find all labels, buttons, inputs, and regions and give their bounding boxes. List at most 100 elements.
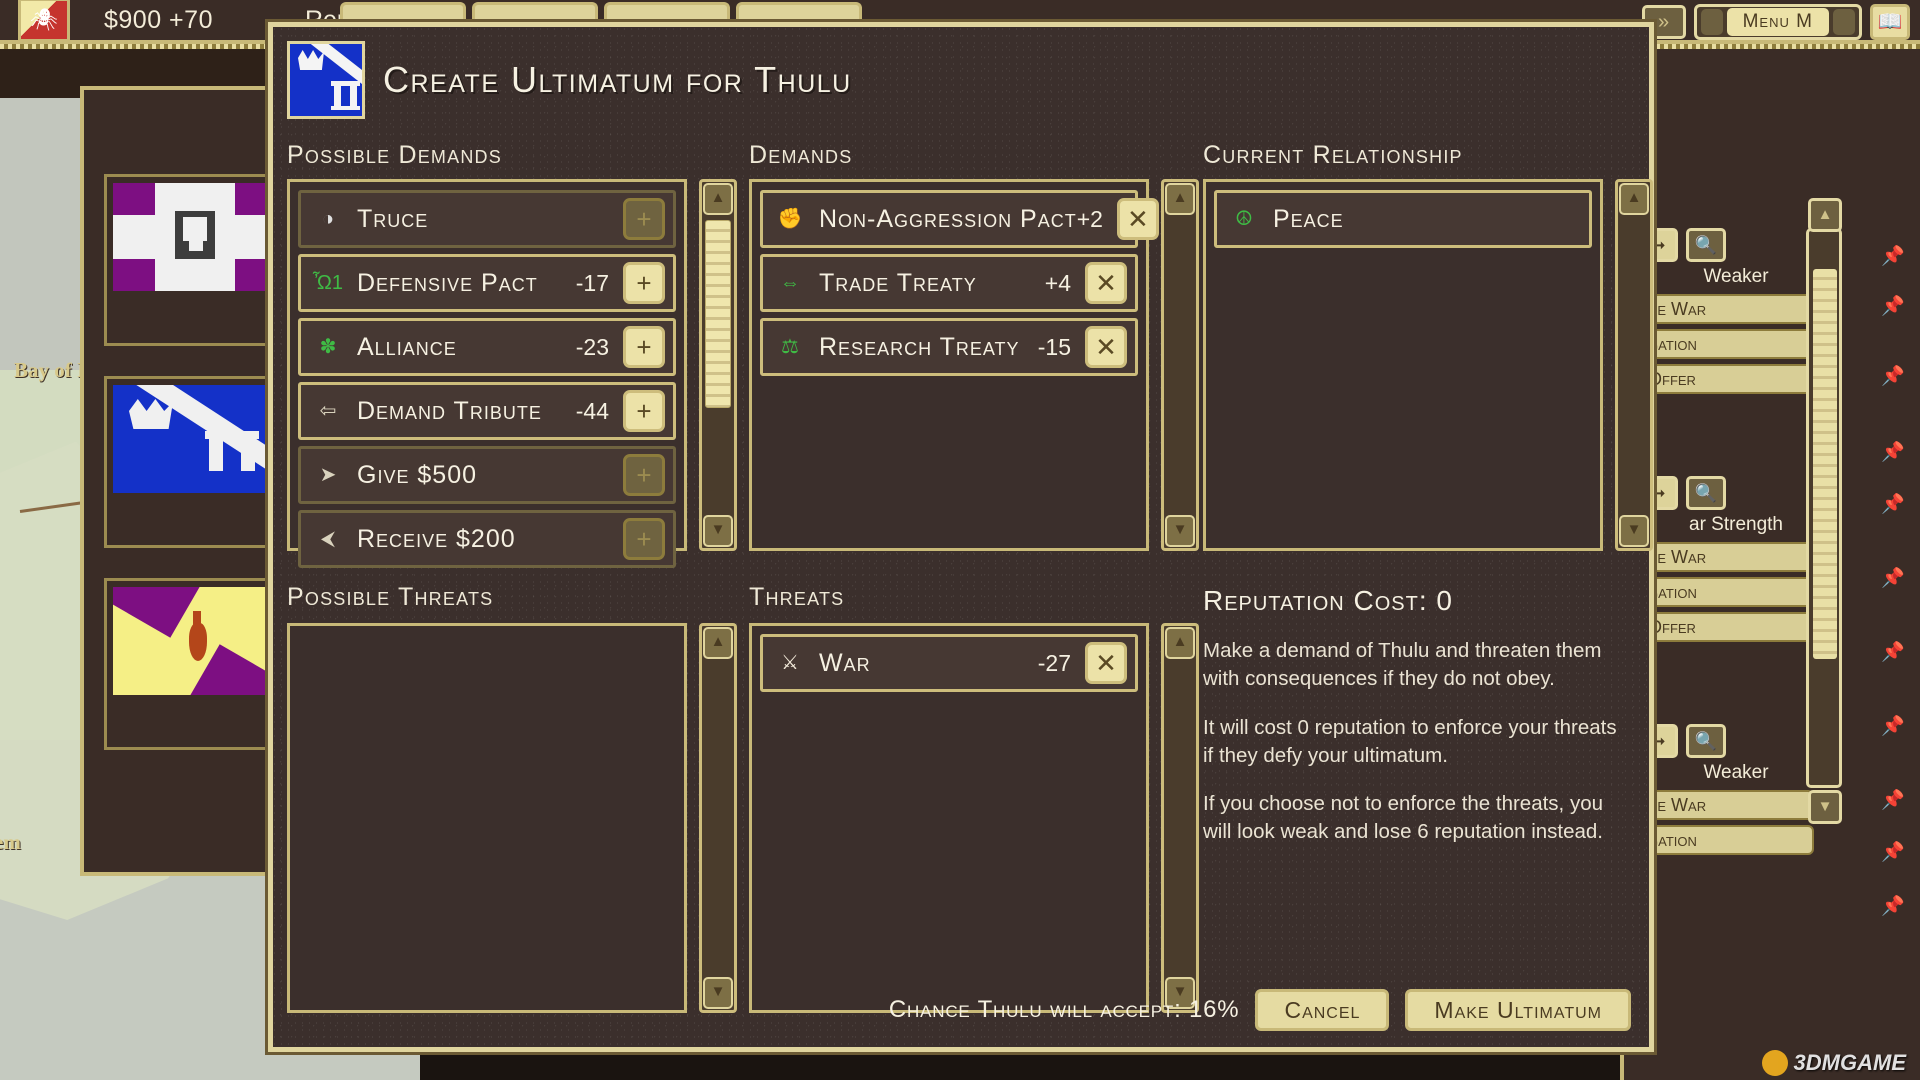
reputation-paragraph: If you choose not to enforce the threats… — [1203, 790, 1623, 847]
list-item[interactable]: ✽Alliance-23+ — [298, 318, 676, 376]
pin-icon[interactable]: 📌 — [1880, 492, 1906, 518]
list-item-label: Peace — [1273, 205, 1567, 234]
list-item-label: Trade Treaty — [819, 269, 1045, 298]
faction-slot[interactable] — [104, 376, 284, 548]
triangle-up-icon[interactable]: ▲ — [1619, 183, 1649, 215]
triangle-up-icon[interactable]: ▲ — [1165, 183, 1195, 215]
list-item[interactable]: ⇔Trade Treaty+4✕ — [760, 254, 1138, 312]
pin-icon[interactable]: 📌 — [1880, 364, 1906, 390]
list-item[interactable]: ⚖Research Treaty-15✕ — [760, 318, 1138, 376]
magnifier-icon[interactable]: 🔍 — [1686, 228, 1726, 262]
triangle-down-icon[interactable]: ▼ — [703, 977, 733, 1009]
negotiation-button[interactable]: gation — [1638, 577, 1814, 607]
negotiation-button[interactable]: gation — [1638, 329, 1814, 359]
crossed-swords-icon: ⚔ — [777, 650, 803, 676]
offer-button[interactable]: Offer — [1638, 364, 1814, 394]
menu-pip-right — [1833, 9, 1855, 35]
list-item[interactable]: ⚔ War-27 ✕ — [760, 634, 1138, 692]
pin-icon[interactable]: 📌 — [1880, 894, 1906, 920]
faction-slot[interactable] — [104, 174, 284, 346]
triangle-down-icon[interactable]: ▼ — [1165, 515, 1195, 547]
add-item-button[interactable]: + — [623, 198, 665, 240]
current-relationship-scrollbar[interactable]: ▲ ▼ — [1615, 179, 1653, 551]
scrollbar-thumb[interactable] — [1813, 269, 1837, 659]
list-item-label: Truce — [357, 205, 609, 234]
make-ultimatum-button[interactable]: Make Ultimatum — [1405, 989, 1631, 1031]
list-item-value: -23 — [576, 334, 609, 361]
pin-icon[interactable]: 📌 — [1880, 788, 1906, 814]
offer-button[interactable]: Offer — [1638, 612, 1814, 642]
spider-crest-icon[interactable]: 🕷 — [18, 0, 70, 42]
triangle-up-icon[interactable]: ▲ — [1165, 627, 1195, 659]
triangle-up-icon[interactable]: ▲ — [703, 627, 733, 659]
demands-list: ✊Non-Aggression Pact+2✕⇔Trade Treaty+4✕⚖… — [749, 179, 1149, 551]
list-item-label: Demand Tribute — [357, 397, 576, 426]
list-item-label: War — [819, 649, 1038, 678]
possible-threats-scrollbar[interactable]: ▲ ▼ — [699, 623, 737, 1013]
add-item-button[interactable]: + — [623, 454, 665, 496]
pin-icon[interactable]: 📌 — [1880, 244, 1906, 270]
negotiation-button[interactable]: gation — [1638, 825, 1814, 855]
list-item[interactable]: Ὦ1Defensive Pact-17+ — [298, 254, 676, 312]
dialog-header: Create Ultimatum for Thulu — [287, 41, 852, 119]
section-label-demands: Demands — [749, 141, 852, 170]
add-item-button[interactable]: + — [623, 390, 665, 432]
add-item-button[interactable]: + — [623, 518, 665, 560]
triangle-down-icon[interactable]: ▼ — [1619, 515, 1649, 547]
book-icon[interactable]: 📖 — [1870, 4, 1910, 40]
list-item[interactable]: ☮Peace — [1214, 190, 1592, 248]
remove-item-button[interactable]: ✕ — [1117, 198, 1159, 240]
add-item-button[interactable]: + — [623, 326, 665, 368]
scroll-down-icon[interactable]: ▼ — [1808, 790, 1842, 824]
list-item-value: -27 — [1038, 650, 1071, 677]
triangle-down-icon[interactable]: ▼ — [703, 515, 733, 547]
pin-icon[interactable]: 📌 — [1880, 840, 1906, 866]
list-item[interactable]: ⇦Demand Tribute-44+ — [298, 382, 676, 440]
list-item[interactable]: ✊Non-Aggression Pact+2✕ — [760, 190, 1138, 248]
pin-icon[interactable]: 📌 — [1880, 294, 1906, 320]
relation-group: ➞ 🔍 ar Strength re War gation Offer — [1638, 476, 1834, 647]
add-item-button[interactable]: + — [623, 262, 665, 304]
menu-pip-left — [1701, 9, 1723, 35]
watermark-logo-icon — [1762, 1050, 1788, 1076]
threats-scrollbar[interactable]: ▲ ▼ — [1161, 623, 1199, 1013]
list-item-label: Non-Aggression Pact — [819, 205, 1077, 234]
pin-icon[interactable]: 📌 — [1880, 640, 1906, 666]
declare-war-button[interactable]: re War — [1638, 294, 1814, 324]
relations-scrollbar[interactable] — [1806, 228, 1842, 788]
faction-slot[interactable] — [104, 578, 284, 750]
magnifier-icon[interactable]: 🔍 — [1686, 724, 1726, 758]
scrollbar-thumb[interactable] — [705, 220, 731, 408]
trade-icon: ⇔ — [777, 270, 803, 296]
acceptance-chance-text: Chance Thulu will accept: 16% — [889, 996, 1240, 1024]
magnifier-icon[interactable]: 🔍 — [1686, 476, 1726, 510]
thulu-banner-icon — [287, 41, 365, 119]
demands-scrollbar[interactable]: ▲ ▼ — [1161, 179, 1199, 551]
remove-item-button[interactable]: ✕ — [1085, 642, 1127, 684]
map-label-bay: Bay of I — [14, 358, 85, 383]
shield-icon: Ὦ1 — [315, 270, 341, 296]
menu-button-wrap: Menu M — [1694, 4, 1862, 40]
scroll-up-icon[interactable]: ▲ — [1808, 198, 1842, 232]
declare-war-button[interactable]: re War — [1638, 542, 1814, 572]
list-item[interactable]: ◑Truce+ — [298, 190, 676, 248]
remove-item-button[interactable]: ✕ — [1085, 262, 1127, 304]
list-item-label: Research Treaty — [819, 333, 1038, 362]
declare-war-button[interactable]: re War — [1638, 790, 1814, 820]
possible-demands-list: ◑Truce+Ὦ1Defensive Pact-17+✽Alliance-23+… — [287, 179, 687, 551]
map-label-region: em — [0, 830, 21, 855]
pin-icon[interactable]: 📌 — [1880, 714, 1906, 740]
list-item[interactable]: ➤Give $500+ — [298, 446, 676, 504]
possible-demands-scrollbar[interactable]: ▲ ▼ — [699, 179, 737, 551]
pin-icon[interactable]: 📌 — [1880, 566, 1906, 592]
section-label-possible-demands: Possible Demands — [287, 141, 502, 170]
cancel-button[interactable]: Cancel — [1255, 989, 1389, 1031]
menu-button[interactable]: Menu M — [1727, 8, 1829, 36]
triangle-up-icon[interactable]: ▲ — [703, 183, 733, 215]
section-label-possible-threats: Possible Threats — [287, 583, 493, 612]
list-item-value: -44 — [576, 398, 609, 425]
remove-item-button[interactable]: ✕ — [1085, 326, 1127, 368]
list-item[interactable]: ⮜Receive $200+ — [298, 510, 676, 568]
relation-group: ➞ 🔍 Weaker re War gation Offer — [1638, 228, 1834, 399]
pin-icon[interactable]: 📌 — [1880, 440, 1906, 466]
